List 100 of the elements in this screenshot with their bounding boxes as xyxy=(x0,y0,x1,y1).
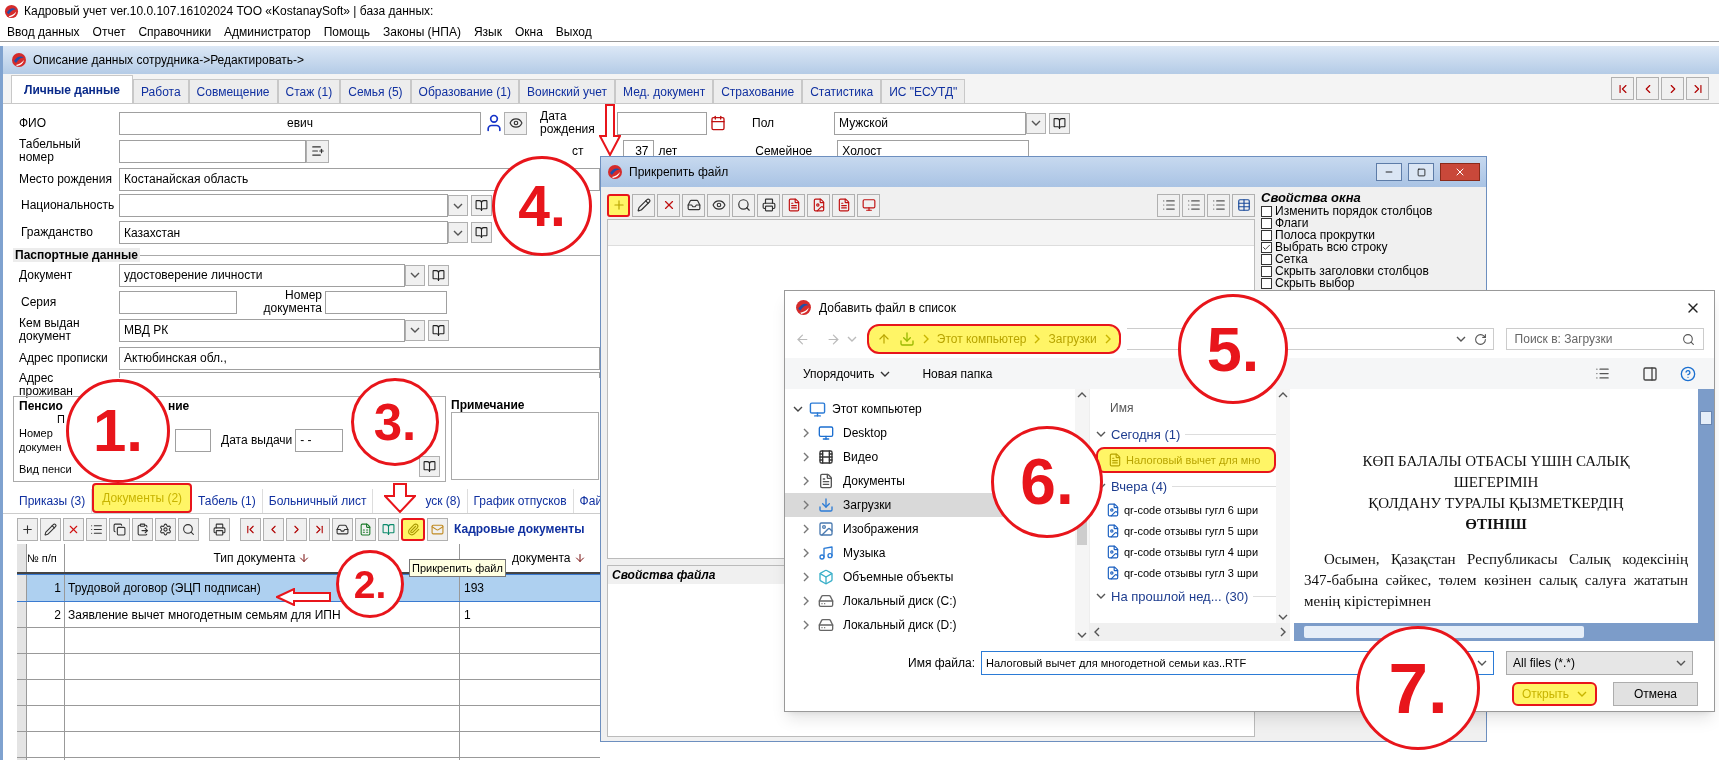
menu-item[interactable]: Отчет xyxy=(92,22,126,41)
tab[interactable]: Мед. документ xyxy=(615,79,714,103)
column-header[interactable]: Имя xyxy=(1096,395,1134,422)
checkbox[interactable] xyxy=(1261,277,1272,289)
scrollbar[interactable] xyxy=(1698,389,1714,623)
tab[interactable]: Статистика xyxy=(802,79,882,103)
toolbar-button[interactable] xyxy=(682,193,705,217)
tab[interactable]: График отпусков xyxy=(467,489,574,513)
book-button[interactable] xyxy=(428,319,449,341)
dialog-button[interactable]: Отмена xyxy=(1613,682,1698,707)
toolbar-button[interactable] xyxy=(732,193,755,217)
book-button[interactable] xyxy=(419,456,440,477)
toolbar-button[interactable] xyxy=(504,111,527,135)
file-item[interactable]: qr-code отзывы гугл 3 шри xyxy=(1096,562,1276,584)
tab[interactable]: Страхование xyxy=(713,79,803,103)
text-field[interactable] xyxy=(175,428,211,452)
search-input[interactable]: Поиск в: Загрузки xyxy=(1514,330,1682,349)
column-header[interactable]: № п/п xyxy=(27,549,57,567)
file-item[interactable]: qr-code отзывы гугл 4 шри xyxy=(1096,541,1276,563)
tree-item[interactable]: Локальный диск (C:) xyxy=(785,589,1075,614)
tree-item[interactable]: Локальный диск (D:) xyxy=(785,613,1075,638)
text-field[interactable] xyxy=(119,372,600,378)
toolbar-button[interactable] xyxy=(832,193,855,217)
tree-item[interactable]: Музыка xyxy=(785,541,1075,566)
menu-item[interactable]: Ввод данных xyxy=(7,22,80,41)
menu-item[interactable]: Окна xyxy=(514,22,543,41)
menu-item[interactable]: Законы (НПА) xyxy=(383,22,461,41)
text-field[interactable]: Мужской xyxy=(834,111,1026,135)
scrollbar[interactable] xyxy=(1276,389,1290,623)
group-header[interactable]: Сегодня (1) xyxy=(1111,424,1181,445)
toolbar-button[interactable] xyxy=(132,517,153,541)
toolbar-button[interactable] xyxy=(632,193,655,217)
checkbox[interactable] xyxy=(1261,205,1272,217)
toolbar-button[interactable] xyxy=(240,517,261,541)
text-field[interactable] xyxy=(119,290,237,314)
tab[interactable]: Работа xyxy=(133,79,189,103)
checkbox[interactable] xyxy=(1261,241,1272,253)
toolbar-button[interactable] xyxy=(1232,193,1255,217)
scrollbar-thumb[interactable] xyxy=(1700,411,1712,426)
checkbox[interactable] xyxy=(1261,265,1272,277)
toolbar-button[interactable] xyxy=(309,517,330,541)
toolbar-button[interactable] xyxy=(306,139,329,163)
toolbar-button[interactable] xyxy=(17,517,38,541)
checkbox[interactable] xyxy=(1261,253,1272,265)
menu-item[interactable]: Администратор xyxy=(224,22,311,41)
book-button[interactable] xyxy=(471,195,492,216)
new-folder-button[interactable]: Новая папка xyxy=(922,364,993,383)
book-button[interactable] xyxy=(428,264,449,286)
book-button[interactable] xyxy=(1049,112,1070,134)
tab[interactable]: Табель (1) xyxy=(192,489,263,513)
tab[interactable]: Больничный лист xyxy=(262,489,374,513)
tab[interactable]: Образование (1) xyxy=(410,79,519,103)
toolbar-button[interactable] xyxy=(86,517,107,541)
tab[interactable]: ИС "ЕСУТД" xyxy=(881,79,966,103)
toolbar-button[interactable] xyxy=(782,193,805,217)
text-field[interactable]: Актюбинская обл., xyxy=(119,346,600,370)
file-type-select[interactable]: All files (*.*) xyxy=(1506,651,1693,676)
menu-item[interactable]: Выход xyxy=(555,22,592,41)
tab[interactable]: Воинский учет xyxy=(519,79,615,103)
text-field[interactable]: евич xyxy=(119,111,481,135)
toolbar-button[interactable] xyxy=(332,517,353,541)
book-button[interactable] xyxy=(471,222,492,243)
maximize-button[interactable] xyxy=(1408,163,1434,181)
toolbar-button[interactable] xyxy=(155,517,176,541)
search-field[interactable]: Поиск в: Загрузки xyxy=(1505,328,1704,351)
tab[interactable]: уск (8) xyxy=(419,489,468,513)
toolbar-button[interactable] xyxy=(657,193,680,217)
toolbar-button[interactable] xyxy=(209,517,230,541)
tree-item[interactable]: Объемные объекты xyxy=(785,565,1075,590)
text-field[interactable] xyxy=(119,194,448,217)
tab[interactable]: Личные данные xyxy=(11,75,133,103)
column-header[interactable]: Тип документа xyxy=(213,549,296,567)
tab[interactable]: Семья (5) xyxy=(340,79,411,103)
date-field[interactable]: - - xyxy=(295,428,344,452)
scrollbar[interactable] xyxy=(1090,622,1290,641)
toolbar-button[interactable] xyxy=(757,193,780,217)
menu-item[interactable]: Помощь xyxy=(323,22,371,41)
text-field[interactable] xyxy=(325,290,447,314)
menu-item[interactable]: Справочники xyxy=(138,22,212,41)
note-field[interactable] xyxy=(451,412,599,480)
text-field[interactable]: удостоверение личности xyxy=(119,263,405,287)
text-field[interactable]: Казахстан xyxy=(119,221,448,244)
toolbar-button[interactable] xyxy=(63,517,84,541)
menu-item[interactable]: Язык xyxy=(473,22,502,41)
text-field[interactable]: МВД РК xyxy=(119,318,405,342)
tab[interactable]: Совмещение xyxy=(188,79,278,103)
toolbar-button[interactable] xyxy=(40,517,61,541)
tab[interactable]: Стаж (1) xyxy=(277,79,341,103)
checkbox[interactable] xyxy=(1261,229,1272,241)
minimize-button[interactable] xyxy=(1376,163,1402,181)
group-header[interactable]: На прошлой нед... (30) xyxy=(1111,586,1249,607)
text-field[interactable] xyxy=(119,139,306,163)
date-field[interactable] xyxy=(617,111,707,135)
toolbar-button[interactable] xyxy=(178,517,199,541)
toolbar-button[interactable] xyxy=(707,193,730,217)
tree-item[interactable]: Этот компьютер xyxy=(832,400,922,419)
organize-button[interactable]: Упорядочить xyxy=(803,364,891,383)
toolbar-button[interactable] xyxy=(109,517,130,541)
checkbox[interactable] xyxy=(1261,217,1272,229)
column-header[interactable]: документа xyxy=(512,549,571,567)
